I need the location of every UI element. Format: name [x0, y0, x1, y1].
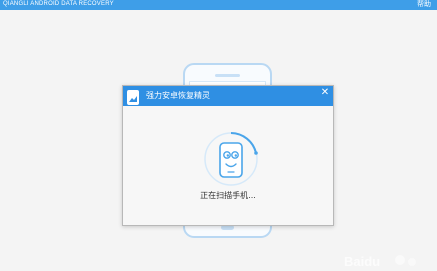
scan-dialog: 强力安卓恢复精灵 ✕ 正在扫描手机... [122, 85, 334, 226]
phone-speaker [215, 74, 240, 77]
watermark-logo: Baidu [340, 250, 437, 271]
dialog-title: 强力安卓恢复精灵 [146, 91, 210, 100]
app-title: QIANGLI ANDROID DATA RECOVERY [3, 1, 114, 7]
svg-text:Baidu: Baidu [344, 254, 380, 269]
help-link[interactable]: 帮助 [417, 0, 431, 9]
scan-status-text: 正在扫描手机... [200, 191, 256, 200]
app-logo-icon [127, 90, 139, 105]
app-title-bar: QIANGLI ANDROID DATA RECOVERY 帮助 [0, 0, 437, 10]
close-icon[interactable]: ✕ [319, 87, 331, 99]
dialog-header: 强力安卓恢复精灵 ✕ [123, 86, 333, 106]
phone-face-icon [203, 131, 259, 187]
